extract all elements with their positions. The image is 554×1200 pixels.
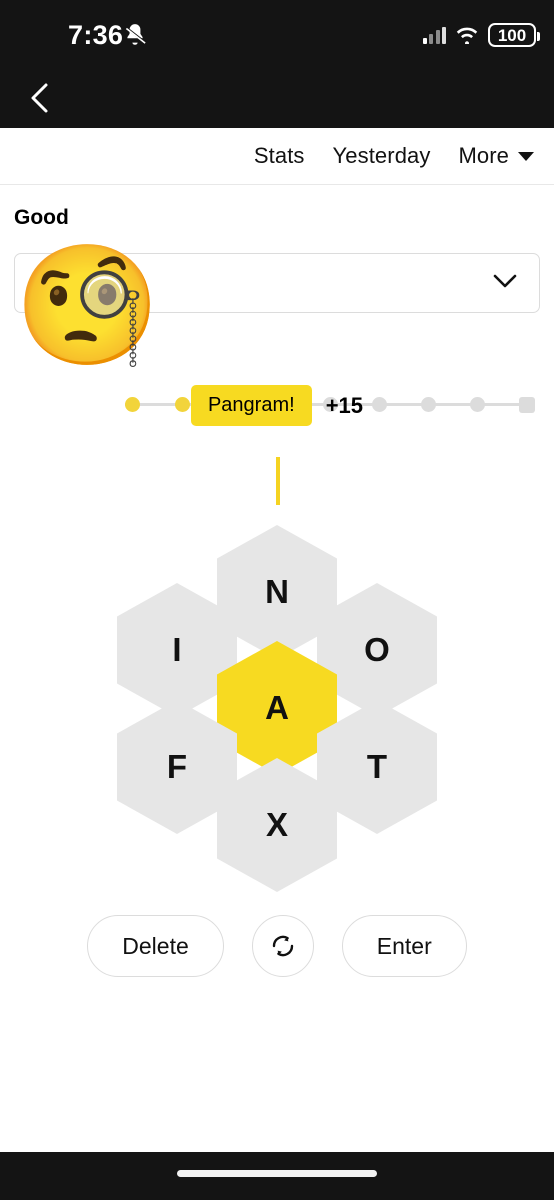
enter-button[interactable]: Enter (341, 915, 467, 977)
chevron-down-icon (493, 274, 517, 288)
cellular-signal-icon (422, 26, 446, 44)
back-button[interactable] (20, 78, 60, 118)
shuffle-refresh-icon (272, 935, 293, 957)
wifi-icon (456, 27, 478, 44)
hive-letter: X (265, 806, 288, 843)
tab-yesterday[interactable]: Yesterday (333, 143, 431, 169)
caret-down-icon (518, 151, 534, 161)
hive-letter-center: A (265, 689, 289, 726)
tab-stats[interactable]: Stats (254, 143, 305, 169)
hive-letter: I (172, 631, 182, 668)
battery-indicator: 100 (488, 23, 540, 47)
hive-controls: Delete Enter (0, 915, 554, 977)
chevron-left-icon (31, 83, 48, 113)
battery-level: 100 (497, 25, 527, 45)
hive-letter: F (166, 748, 188, 785)
status-bar: 7:36 100 (0, 0, 554, 68)
bell-slash-icon (125, 24, 147, 45)
rank-label: Good (14, 206, 69, 229)
hive-letter: T (366, 748, 388, 785)
delete-button[interactable]: Delete (87, 915, 224, 977)
status-indicators: 100 (422, 23, 540, 47)
app-header: Stats Yesterday More (0, 128, 554, 185)
hive-letter: N (265, 573, 289, 610)
pangram-message: Pangram! +15 (0, 385, 554, 426)
face-with-monocle-emoji: 🧐 (14, 240, 161, 372)
pangram-badge: Pangram! (190, 385, 312, 426)
letter-hive: N I O A F T X (0, 520, 554, 892)
more-menu-button[interactable]: More (458, 143, 534, 169)
more-label: More (458, 143, 509, 168)
back-bar (0, 68, 554, 128)
shuffle-button[interactable] (251, 915, 314, 977)
home-bar (0, 1152, 554, 1200)
status-time: 7:36 (68, 20, 124, 50)
home-indicator[interactable] (177, 1170, 377, 1177)
points-awarded: +15 (325, 392, 364, 418)
word-input-cursor[interactable] (276, 457, 280, 505)
hive-letter: O (364, 631, 390, 668)
